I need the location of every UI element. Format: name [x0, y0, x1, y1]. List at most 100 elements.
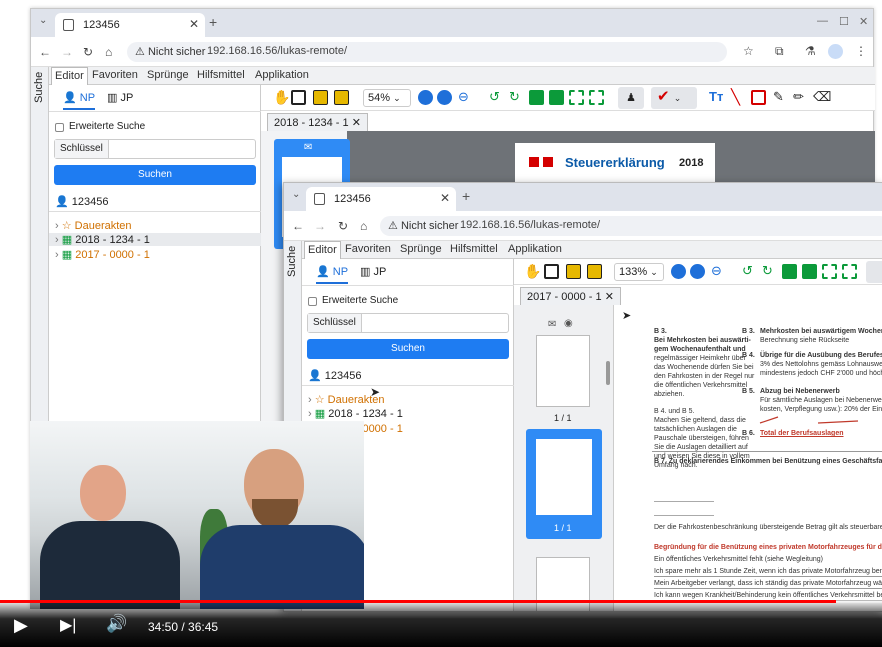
text-tool-icon[interactable]: Tт [709, 89, 723, 104]
close-tab-icon[interactable]: ✕ [189, 17, 199, 31]
zoom-out-icon[interactable] [437, 90, 452, 105]
tree-item-dauerakten[interactable]: › ☆ Dauerakten [55, 219, 132, 232]
tab-list-icon[interactable]: ⌄ [39, 15, 47, 26]
link-icon[interactable]: ⊖ [458, 89, 469, 105]
highlighter-icon[interactable]: ✎ [773, 89, 784, 105]
person-entry[interactable]: 👤 123456 [55, 195, 108, 208]
rotate-left-icon[interactable]: ↺ [489, 89, 500, 105]
document-viewer-front[interactable]: ✉ ◉ 1 / 1 1 / 1 B 3. Bei Mehrkosten bei … [514, 305, 882, 611]
back-icon[interactable]: ← [39, 45, 51, 59]
volume-icon[interactable]: 🔊 [106, 614, 127, 634]
search-button[interactable]: Suchen [307, 339, 509, 359]
security-warning[interactable]: ⚠ Nicht sicher [388, 219, 458, 232]
checkmark-tool[interactable]: ✔ ⌄ [651, 87, 697, 109]
menu-applikation[interactable]: Applikation [508, 243, 562, 255]
extensions-icon[interactable]: ⧉ [775, 44, 784, 59]
line-tool-icon[interactable]: ╲ [731, 88, 740, 106]
hand-tool-icon[interactable]: ✋ [273, 89, 290, 106]
fullscreen-icon[interactable] [569, 90, 584, 105]
zoom-in-icon[interactable] [671, 264, 686, 279]
browser-tab[interactable]: 123456 ✕ [306, 187, 456, 211]
note-hide-icon[interactable] [587, 264, 602, 279]
select-area-icon[interactable] [544, 264, 559, 279]
new-tab-icon[interactable]: + [209, 14, 217, 30]
subtab-jp[interactable]: ▥ JP [360, 265, 386, 278]
security-warning[interactable]: ⚠ Nicht sicher [135, 45, 205, 58]
close-tab-icon[interactable]: ✕ [605, 291, 614, 303]
fullscreen-icon[interactable] [822, 264, 837, 279]
progress-bar[interactable] [0, 600, 882, 603]
fit-page-icon[interactable] [842, 264, 857, 279]
fit-page-icon[interactable] [589, 90, 604, 105]
omnibox[interactable]: ⚠ Nicht sicher 192.168.16.56/lukas-remot… [127, 42, 727, 62]
profile-avatar[interactable] [828, 44, 843, 59]
close-window-icon[interactable]: ✕ [859, 15, 868, 28]
reload-icon[interactable]: ↻ [83, 45, 93, 59]
tree-item-2018[interactable]: › ▦ 2018 - 1234 - 1 [308, 407, 403, 420]
thumbnail-selected[interactable]: 1 / 1 [526, 429, 602, 539]
browser-tab[interactable]: 123456 ✕ [55, 13, 205, 37]
subtab-jp[interactable]: ▥ JP [107, 91, 133, 104]
rectangle-tool-icon[interactable] [751, 90, 766, 105]
note-icon[interactable] [313, 90, 328, 105]
key-field[interactable]: Schlüssel [307, 313, 509, 333]
tree-item-2018[interactable]: › ▦ 2018 - 1234 - 1 [49, 233, 261, 246]
stamp-tool[interactable] [866, 261, 882, 283]
thumbnail-scrollbar[interactable] [606, 361, 610, 385]
minimize-icon[interactable]: — [817, 15, 828, 27]
menu-applikation[interactable]: Applikation [255, 69, 309, 81]
extended-search-checkbox[interactable] [55, 123, 64, 132]
person-entry[interactable]: 👤 123456 [308, 369, 361, 382]
zoom-in-icon[interactable] [418, 90, 433, 105]
eraser-icon[interactable]: ⌫ [813, 89, 831, 105]
reload-icon[interactable]: ↻ [338, 219, 348, 233]
rotate-right-icon[interactable]: ↻ [762, 263, 773, 279]
zoom-select[interactable]: 133% ⌄ [614, 263, 664, 281]
thumbnail-page[interactable] [536, 335, 590, 407]
forward-icon[interactable]: → [61, 45, 73, 59]
tab-list-icon[interactable]: ⌄ [292, 189, 300, 200]
tree-item-2017[interactable]: › ▦ 2017 - 0000 - 1 [55, 248, 150, 261]
new-tab-icon[interactable]: + [462, 188, 470, 204]
omnibox[interactable]: ⚠ Nicht sicher 192.168.16.56/lukas-remot… [380, 216, 882, 236]
menu-favoriten[interactable]: Favoriten [345, 243, 391, 255]
lab-icon[interactable]: ⚗ [805, 44, 816, 58]
close-tab-icon[interactable]: ✕ [440, 191, 450, 205]
play-icon[interactable]: ▶ [14, 615, 28, 636]
kebab-menu-icon[interactable]: ⋮ [855, 44, 867, 58]
split-vertical-icon[interactable] [529, 90, 544, 105]
subtab-np[interactable]: 👤 NP [316, 265, 349, 284]
split-vertical-icon[interactable] [782, 264, 797, 279]
next-icon[interactable]: ▶| [60, 615, 76, 635]
rotate-right-icon[interactable]: ↻ [509, 89, 520, 105]
split-horizontal-icon[interactable] [549, 90, 564, 105]
menu-spruenge[interactable]: Sprünge [147, 69, 189, 81]
home-icon[interactable]: ⌂ [105, 45, 112, 59]
menu-editor[interactable]: Editor [51, 67, 88, 85]
link-icon[interactable]: ⊖ [711, 263, 722, 279]
close-tab-icon[interactable]: ✕ [352, 117, 361, 129]
menu-editor[interactable]: Editor [304, 241, 341, 259]
bookmark-star-icon[interactable]: ☆ [743, 44, 754, 58]
menu-spruenge[interactable]: Sprünge [400, 243, 442, 255]
extended-search-checkbox[interactable] [308, 297, 317, 306]
rotate-left-icon[interactable]: ↺ [742, 263, 753, 279]
back-icon[interactable]: ← [292, 219, 304, 233]
zoom-out-icon[interactable] [690, 264, 705, 279]
menu-hilfsmittel[interactable]: Hilfsmittel [197, 69, 245, 81]
pen-icon[interactable]: ✏ [793, 89, 804, 105]
menu-favoriten[interactable]: Favoriten [92, 69, 138, 81]
stamp-tool[interactable]: ♟ [618, 87, 644, 109]
doc-tab-front[interactable]: 2017 - 0000 - 1 ✕ [520, 287, 621, 305]
key-field[interactable]: Schlüssel [54, 139, 256, 159]
note-hide-icon[interactable] [334, 90, 349, 105]
maximize-icon[interactable]: ☐ [839, 15, 849, 28]
home-icon[interactable]: ⌂ [360, 219, 367, 233]
split-horizontal-icon[interactable] [802, 264, 817, 279]
zoom-select[interactable]: 54% ⌄ [363, 89, 411, 107]
search-button[interactable]: Suchen [54, 165, 256, 185]
hand-tool-icon[interactable]: ✋ [524, 263, 541, 280]
menu-hilfsmittel[interactable]: Hilfsmittel [450, 243, 498, 255]
subtab-np[interactable]: 👤 NP [63, 91, 96, 110]
forward-icon[interactable]: → [314, 219, 326, 233]
